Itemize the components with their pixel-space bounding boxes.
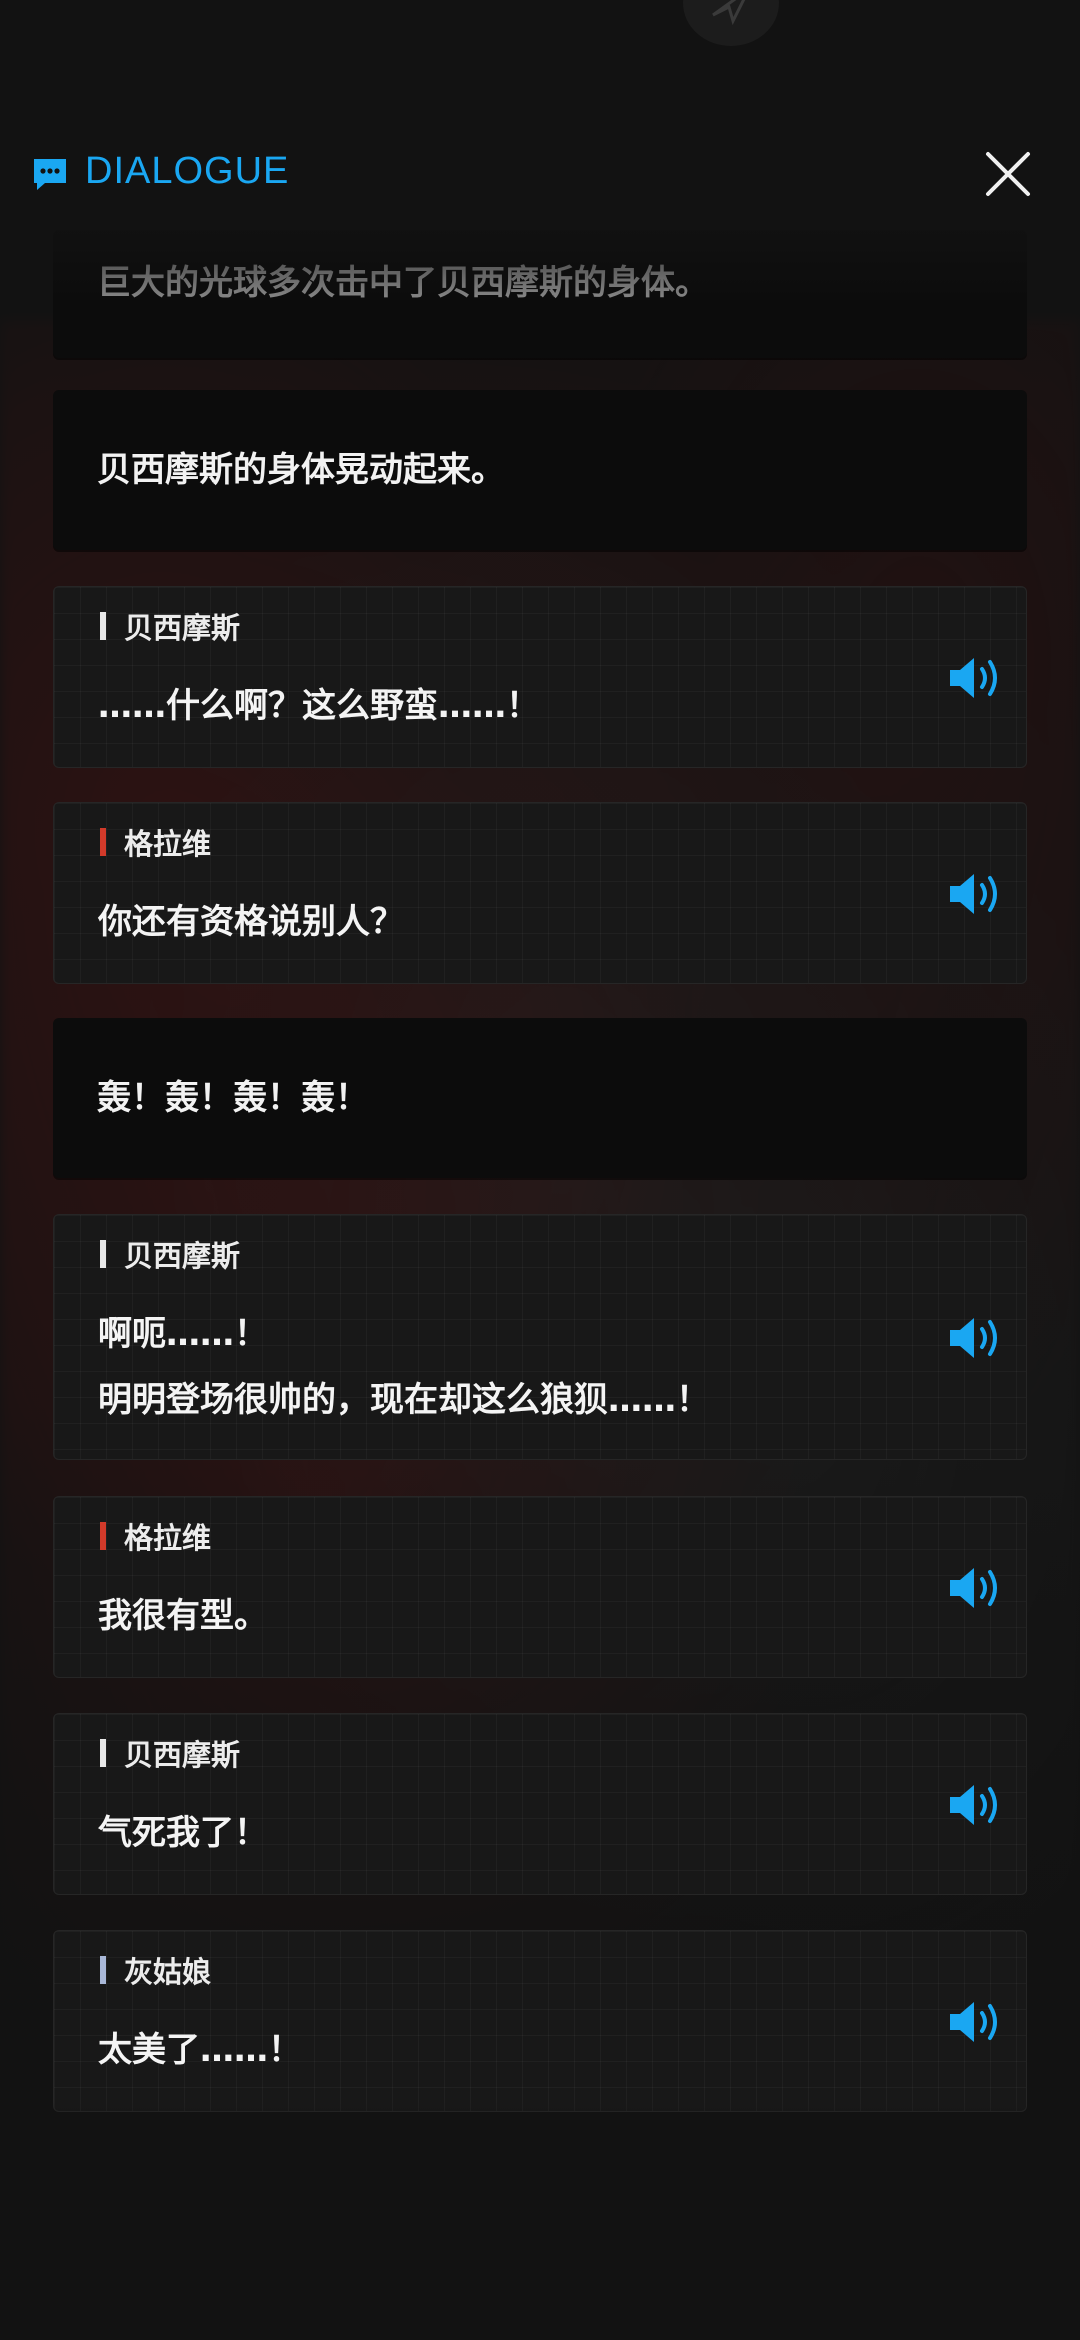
play-voice-button[interactable] — [946, 1997, 1008, 2047]
speech-line: 我很有型。 — [98, 1596, 268, 1636]
narration-text: 轰！轰！轰！轰！ — [97, 1078, 369, 1118]
speech-text: 我很有型。 — [98, 1583, 268, 1649]
speaker-name: 灰姑娘 — [124, 1955, 212, 1989]
chat-bubble-icon — [34, 159, 66, 190]
play-voice-button[interactable] — [946, 1313, 1008, 1363]
speech-card: 贝西摩斯 ……什么啊？这么野蛮……！ — [53, 586, 1027, 768]
speaker-color-bar — [100, 1739, 106, 1767]
speech-card: 贝西摩斯 啊呃……！ 明明登场很帅的，现在却这么狼狈……！ — [53, 1214, 1027, 1460]
speaker-icon — [950, 2002, 997, 2042]
speech-line: 太美了……！ — [98, 2030, 302, 2070]
play-voice-button[interactable] — [946, 653, 1008, 703]
narration-card: 贝西摩斯的身体晃动起来。 — [53, 390, 1027, 550]
speaker-icon — [950, 874, 997, 914]
close-icon — [986, 152, 1030, 196]
speaker-icon — [950, 1785, 997, 1825]
speech-text: 你还有资格说别人？ — [98, 889, 404, 955]
speech-card: 灰姑娘 太美了……！ — [53, 1930, 1027, 2112]
speech-line: 明明登场很帅的，现在却这么狼狈……！ — [98, 1380, 710, 1420]
narration-text: 贝西摩斯的身体晃动起来。 — [97, 450, 505, 490]
speaker-name: 格拉维 — [124, 1521, 212, 1555]
speaker-color-bar — [100, 1240, 106, 1268]
speech-card: 贝西摩斯 气死我了！ — [53, 1713, 1027, 1895]
speech-line: 气死我了！ — [98, 1813, 268, 1853]
speaker-color-bar — [100, 1956, 106, 1984]
narration-text: 巨大的光球多次击中了贝西摩斯的身体。 — [97, 263, 709, 303]
close-button[interactable] — [980, 146, 1036, 202]
play-voice-button[interactable] — [946, 1563, 1008, 1613]
speaker-icon — [950, 658, 997, 698]
speech-text: ……什么啊？这么野蛮……！ — [98, 673, 540, 739]
narration-card: 巨大的光球多次击中了贝西摩斯的身体。 — [53, 230, 1027, 358]
speech-text: 太美了……！ — [98, 2017, 302, 2083]
speaker-icon — [950, 1568, 997, 1608]
speaker-label: 灰姑娘 — [100, 1949, 211, 1991]
speaker-color-bar — [100, 828, 106, 856]
speaker-name: 贝西摩斯 — [124, 611, 241, 645]
play-voice-button[interactable] — [946, 869, 1008, 919]
speaker-name: 贝西摩斯 — [124, 1738, 241, 1772]
speaker-label: 格拉维 — [100, 1515, 211, 1557]
dialogue-log-screen: 巨大的光球多次击中了贝西摩斯的身体。 贝西摩斯的身体晃动起来。 贝西摩斯 ……什… — [0, 0, 1080, 2340]
speech-card: 格拉维 我很有型。 — [53, 1496, 1027, 1678]
speaker-name: 贝西摩斯 — [124, 1239, 241, 1273]
page-title: DIALOGUE — [85, 150, 290, 192]
speech-text: 啊呃……！ 明明登场很帅的，现在却这么狼狈……！ — [98, 1301, 710, 1433]
speaker-label: 贝西摩斯 — [100, 1233, 240, 1275]
dialogue-list[interactable]: 巨大的光球多次击中了贝西摩斯的身体。 贝西摩斯的身体晃动起来。 贝西摩斯 ……什… — [0, 0, 1080, 2340]
speech-line: 啊呃……！ — [98, 1314, 268, 1354]
speaker-label: 格拉维 — [100, 821, 211, 863]
speaker-color-bar — [100, 1522, 106, 1550]
speech-line: ……什么啊？这么野蛮……！ — [98, 686, 540, 726]
speaker-color-bar — [100, 612, 106, 640]
speech-line: 你还有资格说别人？ — [98, 902, 404, 942]
dialogue-header: DIALOGUE — [0, 140, 1080, 210]
speaker-icon — [950, 1318, 997, 1358]
speaker-label: 贝西摩斯 — [100, 605, 240, 647]
speech-card: 格拉维 你还有资格说别人？ — [53, 802, 1027, 984]
play-voice-button[interactable] — [946, 1780, 1008, 1830]
speech-text: 气死我了！ — [98, 1800, 268, 1866]
speaker-name: 格拉维 — [124, 827, 212, 861]
speaker-label: 贝西摩斯 — [100, 1732, 240, 1774]
narration-card: 轰！轰！轰！轰！ — [53, 1018, 1027, 1178]
